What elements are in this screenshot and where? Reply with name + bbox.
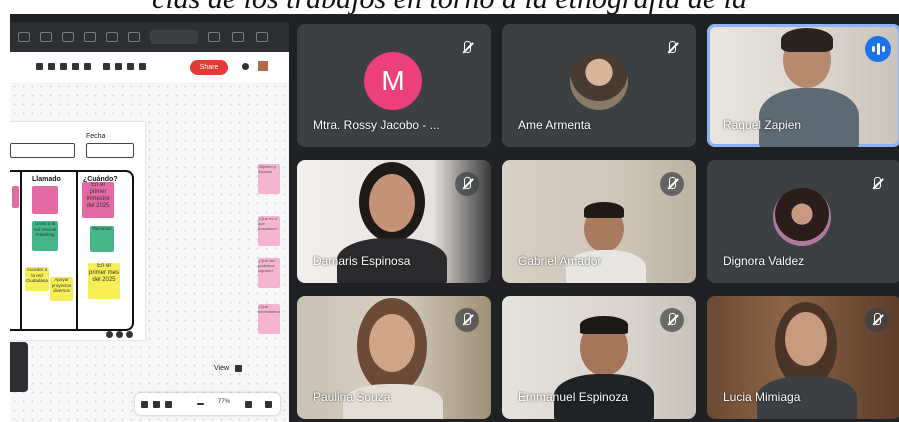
tab-icon[interactable]	[18, 32, 30, 42]
sticky-note[interactable]: Apoyar proyectos diversos	[50, 277, 73, 301]
participant-tile[interactable]: Gabriel Amador	[502, 160, 696, 283]
participant-tile[interactable]: Lucia Mimiaga	[707, 296, 899, 419]
share-icon[interactable]	[232, 32, 244, 42]
participant-tile[interactable]: Raquel Zapien	[707, 24, 899, 147]
date-label: Fecha	[86, 133, 106, 140]
avatar: M	[364, 52, 422, 110]
view-label[interactable]: View	[214, 365, 229, 372]
whiteboard-toolbar: Share	[10, 52, 289, 83]
sticky-note[interactable]	[12, 186, 19, 208]
participant-name: Mtra. Rossy Jacobo - ...	[313, 118, 440, 132]
window-icon[interactable]	[62, 32, 74, 42]
column-divider	[76, 170, 78, 329]
avatar[interactable]	[258, 61, 268, 71]
video-feed	[584, 202, 624, 218]
side-note[interactable]: ¿Qué es lo que buscamos?	[258, 216, 280, 246]
mic-off-icon	[865, 308, 889, 332]
side-note[interactable]: Objetivo y Alcance	[258, 164, 280, 194]
participant-tile[interactable]: Emmanuel Espinoza	[502, 296, 696, 419]
participant-name: Emmanuel Espinoza	[518, 390, 629, 404]
mic-off-icon	[865, 172, 889, 196]
canvas-controls: 77%	[135, 393, 280, 415]
share-button[interactable]: Share	[190, 60, 228, 75]
date-field[interactable]	[86, 143, 134, 158]
layers-icon[interactable]	[165, 401, 172, 408]
video-feed	[580, 316, 628, 334]
video-feed	[369, 314, 415, 372]
help-icon[interactable]	[242, 63, 249, 70]
participant-name: Raquel Zapien	[723, 118, 802, 132]
participant-tile[interactable]: M Mtra. Rossy Jacobo - ...	[297, 24, 491, 147]
side-note[interactable]: ¿Qué necesitamos?	[258, 304, 280, 334]
settings-icon[interactable]	[126, 331, 133, 338]
participant-name: Paulina Souza	[313, 390, 391, 404]
hand-icon[interactable]	[141, 401, 148, 408]
video-feed	[781, 28, 833, 52]
user-icon[interactable]	[127, 63, 134, 70]
speaking-indicator-icon	[865, 36, 891, 62]
lock-icon[interactable]	[84, 63, 91, 70]
pages-icon[interactable]	[128, 32, 140, 42]
participant-tile[interactable]: Ame Armenta	[502, 24, 696, 147]
browser-tab[interactable]	[150, 30, 198, 44]
participant-name: Gabriel Amador	[518, 254, 602, 268]
note-icon[interactable]	[48, 63, 55, 70]
meet-window: Share Fecha Llamado ¿Cuándo? Unete a la …	[10, 14, 899, 422]
video-feed	[785, 312, 827, 366]
more-icon[interactable]	[139, 63, 146, 70]
mic-off-icon	[660, 172, 684, 196]
participant-name: Dignora Valdez	[723, 254, 805, 268]
template-sheet: Fecha Llamado ¿Cuándo? Unete a la red Ve…	[10, 122, 145, 340]
emoji-icon[interactable]	[115, 63, 122, 70]
sticky-note[interactable]: Acceder a la red Ciudadana	[25, 267, 49, 291]
pen-icon[interactable]	[72, 63, 79, 70]
zoom-level: 77%	[218, 399, 231, 405]
canvas-frame	[10, 170, 134, 331]
add-icon[interactable]	[256, 32, 268, 42]
participant-name: Ame Armenta	[518, 118, 591, 132]
sticky-note[interactable]: Unete a la red Vecinal #Hashtag	[32, 221, 58, 251]
mic-off-icon	[660, 308, 684, 332]
image-icon[interactable]	[103, 63, 110, 70]
zoom-in-icon[interactable]	[245, 401, 252, 408]
layout-icon[interactable]	[106, 32, 118, 42]
participant-name: Damaris Espinosa	[313, 254, 411, 268]
sticky-note[interactable]	[32, 186, 58, 214]
side-panel[interactable]	[10, 342, 28, 392]
avatar	[773, 188, 831, 246]
history-icon[interactable]	[208, 32, 220, 42]
participant-tile[interactable]: Dignora Valdez	[707, 160, 899, 283]
participant-tile[interactable]: Damaris Espinosa	[297, 160, 491, 283]
fit-icon[interactable]	[235, 365, 242, 372]
video-feed	[369, 174, 415, 232]
name-field[interactable]	[10, 143, 75, 158]
participant-name: Lucia Mimiaga	[723, 390, 801, 404]
timer-icon[interactable]	[36, 63, 43, 70]
mic-off-icon	[660, 36, 684, 60]
emoji-icon[interactable]	[106, 331, 113, 338]
minimap-icon[interactable]	[265, 401, 272, 408]
side-note[interactable]: ¿Qué tan podemos lograrlo?	[258, 258, 280, 288]
sticky-note[interactable]: En el primer mes del 2025	[88, 263, 120, 299]
zoom-out-icon[interactable]	[197, 403, 204, 405]
fullscreen-icon[interactable]	[84, 32, 96, 42]
print-icon[interactable]	[60, 63, 67, 70]
participant-tile[interactable]: Paulina Souza	[297, 296, 491, 419]
info-icon[interactable]	[116, 331, 123, 338]
avatar	[570, 52, 628, 110]
browser-toolbar	[10, 22, 289, 52]
sticky-note[interactable]: En el primer trimestre del 2025	[82, 182, 114, 218]
mic-off-icon	[455, 172, 479, 196]
grid-icon[interactable]	[40, 32, 52, 42]
mic-off-icon	[455, 308, 479, 332]
sticky-note[interactable]: Recursos	[90, 226, 114, 252]
column-divider	[20, 170, 22, 329]
column-header-llamado: Llamado	[32, 176, 61, 183]
pointer-icon[interactable]	[153, 401, 160, 408]
mic-off-icon	[455, 36, 479, 60]
whiteboard-canvas[interactable]: Fecha Llamado ¿Cuándo? Unete a la red Ve…	[10, 82, 289, 422]
screen-share-panel: Share Fecha Llamado ¿Cuándo? Unete a la …	[10, 22, 289, 422]
